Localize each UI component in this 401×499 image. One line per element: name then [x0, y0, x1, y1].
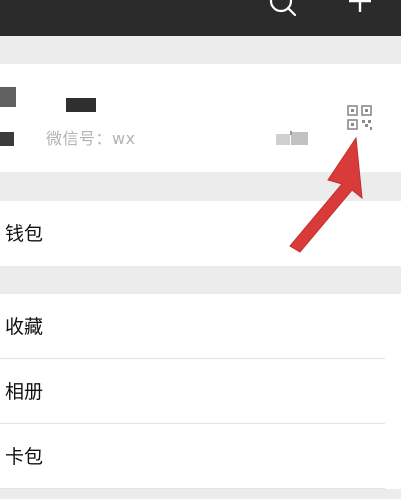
menu-item-album-label: 相册 — [5, 381, 44, 403]
search-icon[interactable] — [268, 0, 296, 18]
menu-item-favorites[interactable]: 收藏 — [0, 294, 401, 359]
menu-item-wallet-label: 钱包 — [5, 223, 44, 245]
plus-icon[interactable] — [346, 0, 374, 18]
menu-item-cards[interactable]: 卡包 — [0, 424, 401, 489]
menu-item-album[interactable]: 相册 — [0, 359, 401, 424]
annotation-arrow — [289, 136, 363, 253]
divider — [0, 488, 385, 489]
avatar-fragment — [0, 132, 14, 146]
top-bar — [0, 0, 401, 36]
wechat-id-label: 微信号：wx — [46, 129, 136, 148]
menu-item-favorites-label: 收藏 — [5, 316, 44, 338]
nickname-redacted — [66, 98, 96, 112]
menu-item-cards-label: 卡包 — [5, 446, 44, 468]
avatar[interactable] — [0, 87, 16, 107]
